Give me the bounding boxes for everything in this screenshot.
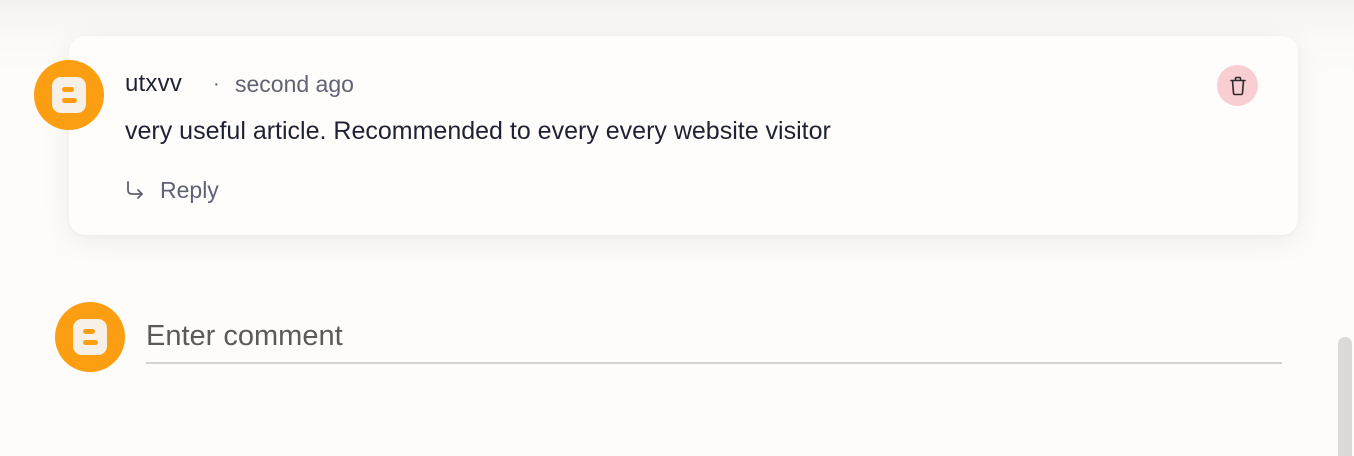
- meta-separator: ·: [213, 73, 220, 95]
- commenter-avatar[interactable]: [34, 60, 104, 130]
- trash-icon: [1229, 76, 1246, 95]
- comment-input-container: [146, 312, 1282, 364]
- current-user-avatar: [55, 302, 125, 372]
- blogger-icon-bar-bottom: [62, 98, 77, 103]
- reply-button[interactable]: Reply: [124, 175, 219, 205]
- comment-author[interactable]: utxvv: [125, 70, 182, 98]
- comments-section: utxvv · second ago very useful article. …: [0, 0, 1354, 456]
- comment-timestamp[interactable]: second ago: [235, 71, 354, 98]
- blogger-icon: [73, 319, 107, 355]
- reply-arrow-icon: [127, 181, 143, 199]
- blogger-icon: [52, 77, 86, 113]
- scrollbar-thumb[interactable]: [1338, 337, 1352, 456]
- blogger-icon-bar-top: [83, 329, 95, 334]
- delete-comment-button[interactable]: [1217, 65, 1258, 106]
- blogger-icon-bar-top: [62, 87, 74, 92]
- reply-label: Reply: [160, 176, 219, 203]
- blogger-icon-bar-bottom: [83, 340, 98, 345]
- comment-input[interactable]: [146, 316, 1282, 356]
- comment-body: very useful article. Recommended to ever…: [125, 117, 831, 145]
